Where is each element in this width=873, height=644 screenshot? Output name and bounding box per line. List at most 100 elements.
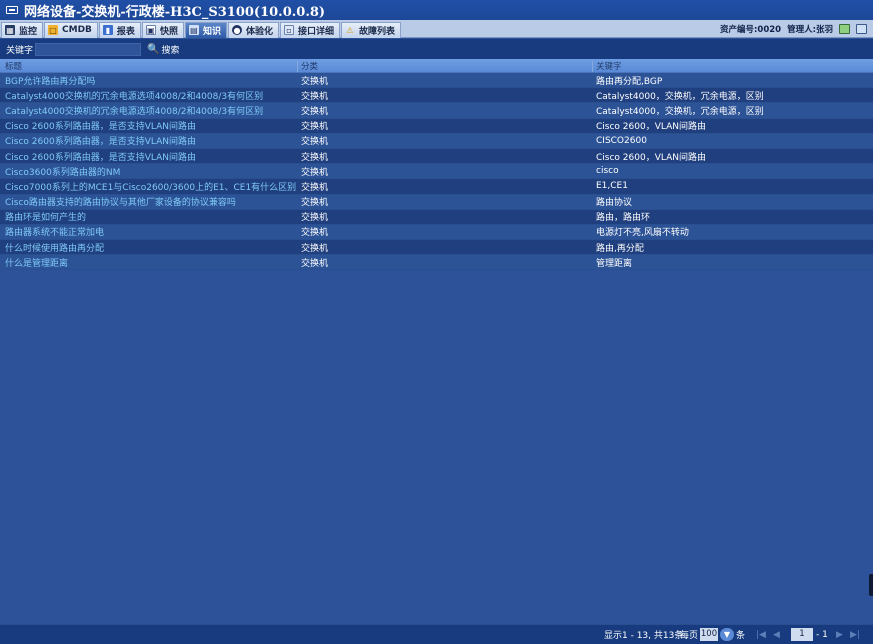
row-keywords: 路由再分配,BGP [596,76,663,87]
warning-icon: ⚠ [346,25,354,35]
tab-label: CMDB [62,25,92,35]
tab-1[interactable]: □ CMDB [44,21,98,38]
row-category: 交换机 [301,106,329,117]
row-category: 交换机 [301,243,329,254]
row-title-link[interactable]: 路由器系统不能正常加电 [5,225,104,238]
snapshot-icon: ▣ [145,25,156,35]
row-title-link[interactable]: Cisco3600系列路由器的NM [5,165,120,178]
table-body: BGP允许路由再分配吗 交换机 路由再分配,BGP Catalyst4000交换机的冗… [0,73,873,271]
keyword-input[interactable] [35,42,142,56]
tab-7[interactable]: ⚠ 故障列表 [341,21,402,38]
table-row[interactable]: Catalyst4000交换机的冗余电源选项4008/2和4008/3有何区别 交… [0,103,873,119]
report-icon: ▮ [102,25,113,35]
row-keywords: 路由，路由环 [596,213,651,224]
tab-4[interactable]: ▤ 知识 [184,21,227,38]
per-page-label: 每页 [680,631,699,641]
tab-label: 故障列表 [359,26,396,37]
tab-3[interactable]: ▣ 快照 [141,21,184,38]
page-input[interactable]: 1 [791,628,813,641]
table-row[interactable]: BGP允许路由再分配吗 交换机 路由再分配,BGP [0,73,873,89]
row-title-link[interactable]: Cisco 2600系列路由器，是否支持VLAN间路由 [5,119,196,132]
row-keywords: CISCO2600 [596,135,647,146]
tab-label: 监控 [19,26,38,37]
experience-icon: ● [231,25,242,35]
tab-list: ▦ 监控 □ CMDB ▮ 报表 ▣ 快照 ▤ 知识 ● 体验化 ▫ 接口详细 ⚠ 故障列表 [0,20,402,38]
row-title-link[interactable]: 什么是管理距离 [5,256,68,269]
monitor-icon: ▦ [5,25,15,35]
table-row[interactable]: Cisco 2600系列路由器，是否支持VLAN间路由 交换机 Cisco 2600… [0,148,873,165]
row-title-link[interactable]: 路由环是如何产生的 [5,210,86,223]
app-icon [6,6,18,14]
row-title-link[interactable]: 什么时候使用路由再分配 [5,241,104,254]
table-row[interactable]: Catalyst4000交换机的冗余电源选项4008/2和4008/3有何区别 交… [0,88,873,104]
row-title-link[interactable]: Catalyst4000交换机的冗余电源选项4008/2和4008/3有何区别 [5,104,263,117]
tab-label: 报表 [116,26,135,37]
first-page-icon[interactable]: |◀ [756,630,766,640]
knowledge-icon: ▤ [188,25,199,35]
per-page-unit: 条 [736,631,746,641]
row-category: 交换机 [301,167,329,178]
row-category: 交换机 [301,182,329,193]
row-keywords: Cisco 2600，VLAN间路由 [596,152,706,163]
row-category: 交换机 [301,91,329,102]
row-title-link[interactable]: Cisco7000系列上的MCE1与Cisco2600/3600上的E1、CE1… [5,180,296,193]
save-icon[interactable] [839,23,850,34]
per-page-select[interactable]: 100 ▼ [700,628,734,641]
table-row[interactable]: 什么时候使用路由再分配 交换机 路由,再分配 [0,240,873,256]
column-header-title[interactable]: 标题 [5,60,22,72]
tab-5[interactable]: ● 体验化 [227,21,279,38]
tab-label: 接口详细 [297,26,334,37]
interface-icon: ▫ [283,25,294,35]
search-bar: 关键字 🔍 搜索 [0,39,873,59]
scroll-handle[interactable] [869,574,873,596]
pagination-bar: 显示1 - 13, 共13条 每页 100 ▼ 条 |◀ ◀ 1 - 1 ▶ ▶… [0,624,873,644]
table-row[interactable]: 什么是管理距离 交换机 管理距离 [0,255,873,271]
column-divider[interactable] [297,61,298,72]
tab-6[interactable]: ▫ 接口详细 [279,21,340,38]
tab-label: 快照 [159,26,178,37]
row-title-link[interactable]: Cisco路由器支持的路由协议与其他厂家设备的协议兼容吗 [5,195,236,208]
row-category: 交换机 [301,122,329,133]
last-page-icon[interactable]: ▶| [850,630,860,640]
tab-2[interactable]: ▮ 报表 [98,21,141,38]
table-row[interactable]: Cisco 2600系列路由器，是否支持VLAN间路由 交换机 CISCO2600 [0,133,873,149]
column-divider[interactable] [592,61,593,72]
table-row[interactable]: Cisco路由器支持的路由协议与其他厂家设备的协议兼容吗 交换机 路由协议 [0,194,873,210]
table-row[interactable]: 路由环是如何产生的 交换机 路由，路由环 [0,209,873,225]
row-title-link[interactable]: BGP允许路由再分配吗 [5,74,95,87]
row-keywords: 电源灯不亮,风扇不转动 [596,228,689,239]
admin-name: 管理人:张羽 [787,24,833,35]
row-category: 交换机 [301,213,329,224]
search-button[interactable]: 🔍 搜索 [147,43,179,56]
row-keywords: 路由协议 [596,198,633,209]
row-keywords: Catalyst4000，交换机，冗余电源，区别 [596,91,764,102]
column-header-keywords[interactable]: 关键字 [596,60,622,72]
table-row[interactable]: 路由器系统不能正常加电 交换机 电源灯不亮,风扇不转动 [0,224,873,241]
row-keywords: E1,CE1 [596,181,628,192]
next-page-icon[interactable]: ▶ [836,630,843,640]
column-header-category[interactable]: 分类 [301,60,318,72]
row-title-link[interactable]: Cisco 2600系列路由器，是否支持VLAN间路由 [5,150,196,163]
table-row[interactable]: Cisco7000系列上的MCE1与Cisco2600/3600上的E1、CE1… [0,179,873,195]
row-keywords: cisco [596,166,619,177]
row-category: 交换机 [301,228,329,239]
row-category: 交换机 [301,152,329,163]
row-title-link[interactable]: Cisco 2600系列路由器，是否支持VLAN间路由 [5,134,196,147]
title-bar: 网络设备-交换机-行政楼-H3C_S3100(10.0.0.8) [0,0,873,20]
cmdb-icon: □ [48,25,59,35]
row-title-link[interactable]: Catalyst4000交换机的冗余电源选项4008/2和4008/3有何区别 [5,89,263,102]
header-right: 资产编号:0020 管理人:张羽 [714,23,873,35]
search-button-label: 搜索 [161,45,180,56]
tab-label: 知识 [202,26,221,37]
tab-0[interactable]: ▦ 监控 [1,21,44,38]
table-row[interactable]: Cisco 2600系列路由器，是否支持VLAN间路由 交换机 Cisco 2600… [0,118,873,134]
table-header: 标题 分类 关键字 [0,59,873,73]
row-keywords: Cisco 2600，VLAN间路由 [596,122,706,133]
window-icon[interactable] [856,23,867,34]
prev-page-icon[interactable]: ◀ [773,630,780,640]
row-category: 交换机 [301,198,329,209]
chevron-down-icon[interactable]: ▼ [720,628,734,641]
tab-bar: ▦ 监控 □ CMDB ▮ 报表 ▣ 快照 ▤ 知识 ● 体验化 ▫ 接口详细 ⚠ 故障列表 资产编号:002… [0,20,873,38]
row-keywords: 路由,再分配 [596,243,644,254]
table-row[interactable]: Cisco3600系列路由器的NM 交换机 cisco [0,164,873,180]
